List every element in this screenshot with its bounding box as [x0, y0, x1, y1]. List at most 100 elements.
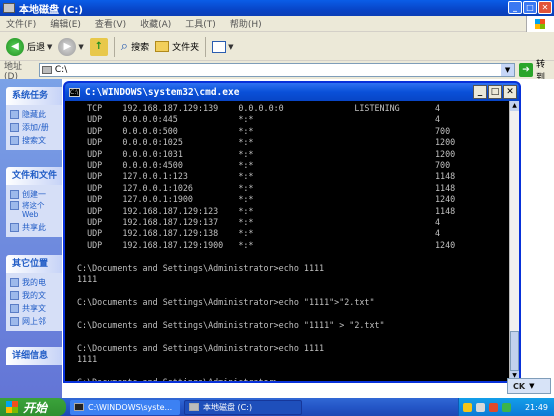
- cmd-icon: C:\: [69, 87, 80, 97]
- task-link[interactable]: 创建一: [10, 188, 62, 201]
- cmd-minimize-button[interactable]: _: [473, 85, 487, 99]
- console-line: C:\Documents and Settings\Administrator>…: [77, 296, 375, 307]
- console-line: UDP 127.0.0.1:1900 *:* 1240: [77, 194, 456, 205]
- security-icon[interactable]: [463, 402, 472, 412]
- add-remove-icon: [10, 123, 19, 132]
- place-link[interactable]: 我的文: [10, 289, 62, 302]
- menu-bar: 文件(F) 编辑(E) 查看(V) 收藏(A) 工具(T) 帮助(H): [0, 16, 554, 32]
- address-input[interactable]: C:\ ▼: [38, 63, 516, 77]
- folders-button[interactable]: 文件夹: [155, 40, 199, 53]
- windows-flag-icon: [535, 19, 545, 29]
- console-line: C:\Documents and Settings\Administrator>…: [77, 342, 325, 353]
- chevron-down-icon[interactable]: ▼: [228, 43, 233, 51]
- task-link[interactable]: 共享此: [10, 221, 62, 234]
- back-arrow-icon: ◀: [6, 37, 24, 56]
- window-controls: _ □ ✕: [508, 1, 552, 14]
- place-link[interactable]: 我的电: [10, 276, 62, 289]
- cmd-icon: [74, 403, 84, 411]
- details-panel: 详细信息: [6, 347, 62, 365]
- explorer-title: 本地磁盘 (C:): [19, 4, 83, 16]
- cmd-scrollbar[interactable]: ▲ ▼: [509, 101, 519, 381]
- ime-label: CK: [513, 381, 526, 391]
- folder-icon: [155, 41, 170, 52]
- task-link[interactable]: 添加/册: [10, 121, 62, 134]
- console-line: UDP 0.0.0.0:500 *:* 700: [77, 125, 451, 136]
- chevron-down-icon[interactable]: ▼: [529, 382, 534, 390]
- scroll-thumb[interactable]: [510, 331, 519, 371]
- taskbar-item-explorer[interactable]: 本地磁盘 (C:): [184, 399, 302, 415]
- task-link-label: 将这个 Web: [22, 201, 45, 219]
- task-link-label: 添加/册: [22, 123, 49, 132]
- network-icon[interactable]: [476, 402, 485, 412]
- chevron-down-icon[interactable]: ▼: [78, 43, 83, 51]
- up-folder-button[interactable]: ↑: [89, 37, 108, 56]
- console-line: UDP 0.0.0.0:4500 *:* 700: [77, 160, 451, 171]
- ime-indicator[interactable]: CK ▼: [507, 378, 551, 394]
- place-link-label: 共享文: [22, 304, 46, 313]
- menu-edit[interactable]: 编辑(E): [50, 17, 81, 30]
- menu-view[interactable]: 查看(V): [95, 17, 126, 30]
- menu-help[interactable]: 帮助(H): [230, 17, 262, 30]
- windows-flag-icon: [6, 401, 18, 413]
- views-button[interactable]: ▼: [212, 40, 234, 53]
- search-button[interactable]: ⌕ 搜索: [121, 39, 149, 54]
- console-line: UDP 0.0.0.0:445 *:* 4: [77, 114, 441, 125]
- forward-button[interactable]: ▶ ▼: [58, 37, 84, 56]
- console-line: C:\Documents and Settings\Administrator>: [77, 377, 509, 381]
- shield-icon[interactable]: [489, 402, 498, 412]
- explorer-titlebar[interactable]: 本地磁盘 (C:) _ □ ✕: [0, 0, 554, 16]
- minimize-button[interactable]: _: [508, 1, 522, 14]
- task-link[interactable]: 隐藏此: [10, 108, 62, 121]
- cmd-titlebar[interactable]: C:\ C:\WINDOWS\system32\cmd.exe _ □ ✕: [65, 83, 519, 101]
- console-output[interactable]: TCP 192.168.187.129:139 0.0.0.0:0 LISTEN…: [65, 101, 509, 381]
- up-folder-icon: ↑: [89, 37, 108, 56]
- chevron-down-icon[interactable]: ▼: [47, 43, 52, 51]
- share-icon: [10, 223, 19, 232]
- console-line: 1111: [77, 353, 98, 364]
- drive-icon: [41, 66, 52, 74]
- back-button[interactable]: ◀ 后退 ▼: [6, 37, 52, 56]
- scroll-up-icon[interactable]: ▲: [510, 101, 519, 111]
- taskbar-item-label: C:\WINDOWS\syste...: [88, 402, 173, 412]
- maximize-button[interactable]: □: [523, 1, 537, 14]
- console-line: UDP 127.0.0.1:123 *:* 1148: [77, 171, 456, 182]
- volume-icon[interactable]: [502, 402, 511, 412]
- task-link[interactable]: 搜索文: [10, 134, 62, 147]
- my-documents-icon: [10, 291, 19, 300]
- toolbar-separator: [113, 36, 115, 57]
- panel-title[interactable]: 详细信息: [6, 347, 62, 365]
- search-icon: ⌕: [120, 39, 129, 54]
- folders-label: 文件夹: [172, 43, 200, 53]
- console-line: UDP 0.0.0.0:1031 *:* 1200: [77, 148, 456, 159]
- start-button[interactable]: 开始: [0, 398, 66, 416]
- place-link[interactable]: 共享文: [10, 302, 62, 315]
- place-link[interactable]: 网上邻: [10, 315, 62, 328]
- search-icon: [10, 136, 19, 145]
- task-pane: 系统任务 隐藏此 添加/册 搜索文 文件和文件 创建一 将这个 Web 共享此 …: [0, 79, 62, 398]
- console-line: UDP 192.168.187.129:123 *:* 1148: [77, 205, 456, 216]
- menu-tools[interactable]: 工具(T): [185, 17, 216, 30]
- task-link-label: 创建一: [22, 190, 46, 199]
- menu-favorites[interactable]: 收藏(A): [140, 17, 171, 30]
- taskbar-item-label: 本地磁盘 (C:): [203, 402, 253, 412]
- task-link[interactable]: 将这个 Web: [10, 201, 62, 221]
- chevron-down-icon[interactable]: ▼: [501, 64, 515, 76]
- cmd-window-controls: _ □ ✕: [473, 85, 517, 99]
- console-line: UDP 0.0.0.0:1025 *:* 1200: [77, 137, 456, 148]
- cmd-close-button[interactable]: ✕: [503, 85, 517, 99]
- console-line: UDP 127.0.0.1:1026 *:* 1148: [77, 182, 456, 193]
- menu-file[interactable]: 文件(F): [6, 17, 36, 30]
- place-link-label: 我的电: [22, 278, 46, 287]
- console-line: UDP 192.168.187.129:137 *:* 4: [77, 217, 441, 228]
- panel-title[interactable]: 文件和文件: [6, 167, 62, 185]
- forward-arrow-icon: ▶: [58, 37, 77, 56]
- panel-title[interactable]: 系统任务: [6, 87, 62, 105]
- console-line: C:\Documents and Settings\Administrator>…: [77, 319, 385, 330]
- close-button[interactable]: ✕: [538, 1, 552, 14]
- cmd-maximize-button[interactable]: □: [488, 85, 502, 99]
- taskbar-item-cmd[interactable]: C:\WINDOWS\syste...: [70, 399, 180, 415]
- panel-title[interactable]: 其它位置: [6, 255, 62, 273]
